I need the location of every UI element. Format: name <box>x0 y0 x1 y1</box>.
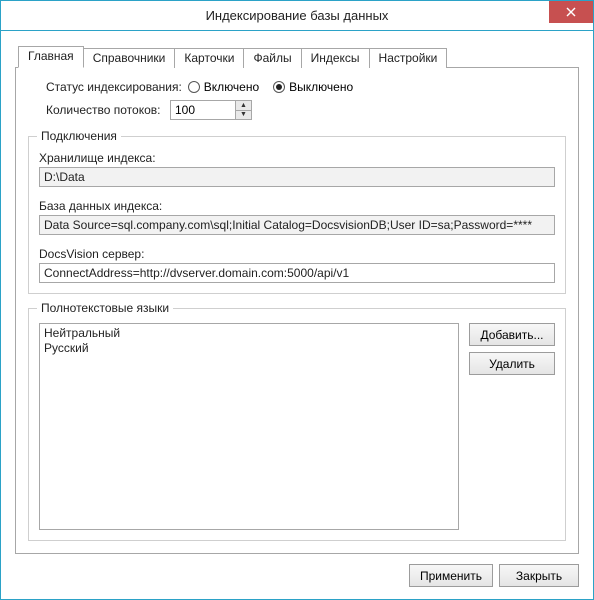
tab-cards[interactable]: Карточки <box>174 48 244 68</box>
tab-indexes[interactable]: Индексы <box>301 48 370 68</box>
spinner-buttons: ▲ ▼ <box>235 101 251 119</box>
titlebar: Индексирование базы данных <box>1 1 593 31</box>
group-languages: Полнотекстовые языки Нейтральный Русский… <box>28 308 566 541</box>
status-label: Статус индексирования: <box>46 80 182 94</box>
remove-language-button[interactable]: Удалить <box>469 352 555 375</box>
close-button[interactable] <box>549 1 593 23</box>
tab-settings[interactable]: Настройки <box>369 48 448 68</box>
tab-files[interactable]: Файлы <box>243 48 301 68</box>
threads-input[interactable] <box>171 101 235 119</box>
spinner-down[interactable]: ▼ <box>236 111 251 120</box>
close-dialog-button[interactable]: Закрыть <box>499 564 579 587</box>
tab-main[interactable]: Главная <box>18 46 84 68</box>
storage-input[interactable] <box>39 167 555 187</box>
radio-enabled[interactable]: Включено <box>188 80 259 94</box>
list-item[interactable]: Русский <box>44 341 454 356</box>
threads-label: Количество потоков: <box>46 103 164 117</box>
languages-listbox[interactable]: Нейтральный Русский <box>39 323 459 530</box>
dialog-footer: Применить Закрыть <box>15 554 579 587</box>
radio-icon <box>188 81 200 93</box>
storage-label: Хранилище индекса: <box>39 151 555 165</box>
status-radio-group: Включено Выключено <box>188 80 353 94</box>
spinner-up[interactable]: ▲ <box>236 101 251 111</box>
threads-spinner[interactable]: ▲ ▼ <box>170 100 252 120</box>
server-input[interactable] <box>39 263 555 283</box>
window-title: Индексирование базы данных <box>1 8 593 23</box>
tab-panel-main: Статус индексирования: Включено Выключен… <box>15 67 579 554</box>
dialog-window: Индексирование базы данных Главная Справ… <box>0 0 594 600</box>
tabstrip: Главная Справочники Карточки Файлы Индек… <box>15 45 579 67</box>
apply-button[interactable]: Применить <box>409 564 493 587</box>
client-area: Главная Справочники Карточки Файлы Индек… <box>1 31 593 599</box>
db-label: База данных индекса: <box>39 199 555 213</box>
add-language-button[interactable]: Добавить... <box>469 323 555 346</box>
list-item[interactable]: Нейтральный <box>44 326 454 341</box>
radio-icon <box>273 81 285 93</box>
languages-buttons: Добавить... Удалить <box>469 323 555 530</box>
group-connections: Подключения Хранилище индекса: База данн… <box>28 136 566 294</box>
server-label: DocsVision сервер: <box>39 247 555 261</box>
group-languages-legend: Полнотекстовые языки <box>37 301 173 315</box>
radio-disabled[interactable]: Выключено <box>273 80 353 94</box>
tab-references[interactable]: Справочники <box>83 48 176 68</box>
group-connections-legend: Подключения <box>37 129 121 143</box>
db-input[interactable] <box>39 215 555 235</box>
close-icon <box>566 7 576 17</box>
radio-disabled-label: Выключено <box>289 80 353 94</box>
radio-enabled-label: Включено <box>204 80 259 94</box>
